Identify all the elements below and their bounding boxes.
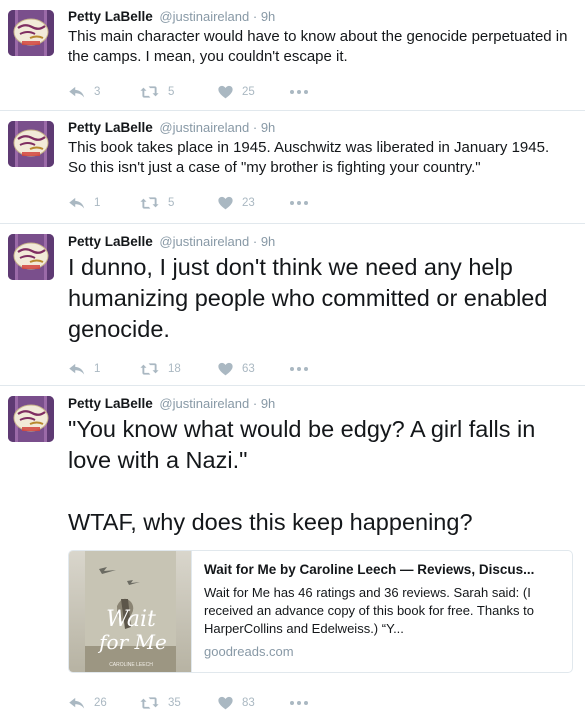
link-card[interactable]: Wait for Me CAROLINE LEECH Wait for Me b… [68,550,573,673]
cover-subtitle: for Me [97,630,167,654]
tweet-text: I dunno, I just don't think we need any … [68,254,548,342]
retweet-count: 35 [168,697,181,709]
reply-icon [68,696,85,710]
avatar[interactable] [8,396,54,442]
reply-icon [68,362,85,376]
avatar[interactable] [8,121,54,167]
author-handle[interactable]: @justinaireland [159,396,249,411]
heart-icon [218,196,233,210]
cover-title: Wait [106,607,156,632]
tweet[interactable]: Petty LaBelle @justinaireland · 9h I dun… [0,224,585,386]
tweet-actions: 1 18 63 [68,359,571,379]
reply-count: 1 [94,197,101,209]
more-icon [290,367,308,371]
separator: · [252,9,258,24]
reply-button[interactable]: 3 [68,85,140,99]
like-button[interactable]: 23 [218,196,290,210]
retweet-icon [140,696,159,710]
tweet-header: Petty LaBelle @justinaireland · 9h [68,395,571,413]
more-icon [290,701,308,705]
retweet-count: 5 [168,86,175,98]
reply-icon [68,196,85,210]
tweet-header: Petty LaBelle @justinaireland · 9h [68,119,571,137]
reply-count: 1 [94,363,101,375]
card-body: Wait for Me by Caroline Leech — Reviews,… [192,551,572,672]
author-name[interactable]: Petty LaBelle [68,234,153,249]
separator: · [252,234,258,249]
retweet-count: 5 [168,197,175,209]
more-button[interactable] [290,367,320,371]
card-title[interactable]: Wait for Me by Caroline Leech — Reviews,… [204,561,562,579]
author-name[interactable]: Petty LaBelle [68,9,153,24]
retweet-icon [140,85,159,99]
like-count: 25 [242,86,255,98]
heart-icon [218,85,233,99]
author-name[interactable]: Petty LaBelle [68,396,153,411]
retweet-button[interactable]: 5 [140,196,218,210]
more-icon [290,90,308,94]
more-button[interactable] [290,701,320,705]
more-button[interactable] [290,90,320,94]
retweet-button[interactable]: 5 [140,85,218,99]
retweet-icon [140,362,159,376]
more-button[interactable] [290,201,320,205]
author-name[interactable]: Petty LaBelle [68,120,153,135]
card-description: Wait for Me has 46 ratings and 36 review… [204,585,535,636]
retweet-button[interactable]: 35 [140,696,218,710]
retweet-count: 18 [168,363,181,375]
tweet-actions: 26 35 83 [68,693,571,713]
card-domain: goodreads.com [204,644,294,659]
tweet-actions: 1 5 23 [68,193,571,213]
like-count: 83 [242,697,255,709]
tweet[interactable]: Petty LaBelle @justinaireland · 9h This … [0,0,585,111]
tweet-text: This main character would have to know a… [68,28,568,65]
timestamp[interactable]: 9h [261,234,275,249]
heart-icon [218,362,233,376]
retweet-icon [140,196,159,210]
tweet-text: This book takes place in 1945. Auschwitz… [68,139,550,176]
cover-author: CAROLINE LEECH [109,662,153,668]
tweet-actions: 3 5 25 [68,82,571,102]
retweet-button[interactable]: 18 [140,362,218,376]
separator: · [252,120,258,135]
timestamp[interactable]: 9h [261,396,275,411]
reply-button[interactable]: 1 [68,196,140,210]
reply-button[interactable]: 26 [68,696,140,710]
avatar[interactable] [8,234,54,280]
reply-icon [68,85,85,99]
author-handle[interactable]: @justinaireland [159,234,249,249]
avatar[interactable] [8,10,54,56]
tweet[interactable]: Petty LaBelle @justinaireland · 9h "You … [0,386,585,724]
tweet-header: Petty LaBelle @justinaireland · 9h [68,233,571,251]
like-button[interactable]: 63 [218,362,290,376]
heart-icon [218,696,233,710]
timestamp[interactable]: 9h [261,120,275,135]
reply-count: 3 [94,86,101,98]
like-button[interactable]: 83 [218,696,290,710]
more-icon [290,201,308,205]
reply-button[interactable]: 1 [68,362,140,376]
timeline: Petty LaBelle @justinaireland · 9h This … [0,0,585,724]
author-handle[interactable]: @justinaireland [159,120,249,135]
like-count: 63 [242,363,255,375]
separator: · [252,396,258,411]
tweet-header: Petty LaBelle @justinaireland · 9h [68,8,571,26]
like-button[interactable]: 25 [218,85,290,99]
book-cover-image: Wait for Me CAROLINE LEECH [69,551,192,672]
tweet[interactable]: Petty LaBelle @justinaireland · 9h This … [0,111,585,224]
author-handle[interactable]: @justinaireland [159,9,249,24]
reply-count: 26 [94,697,107,709]
tweet-text: "You know what would be edgy? A girl fal… [68,416,536,535]
like-count: 23 [242,197,255,209]
timestamp[interactable]: 9h [261,9,275,24]
